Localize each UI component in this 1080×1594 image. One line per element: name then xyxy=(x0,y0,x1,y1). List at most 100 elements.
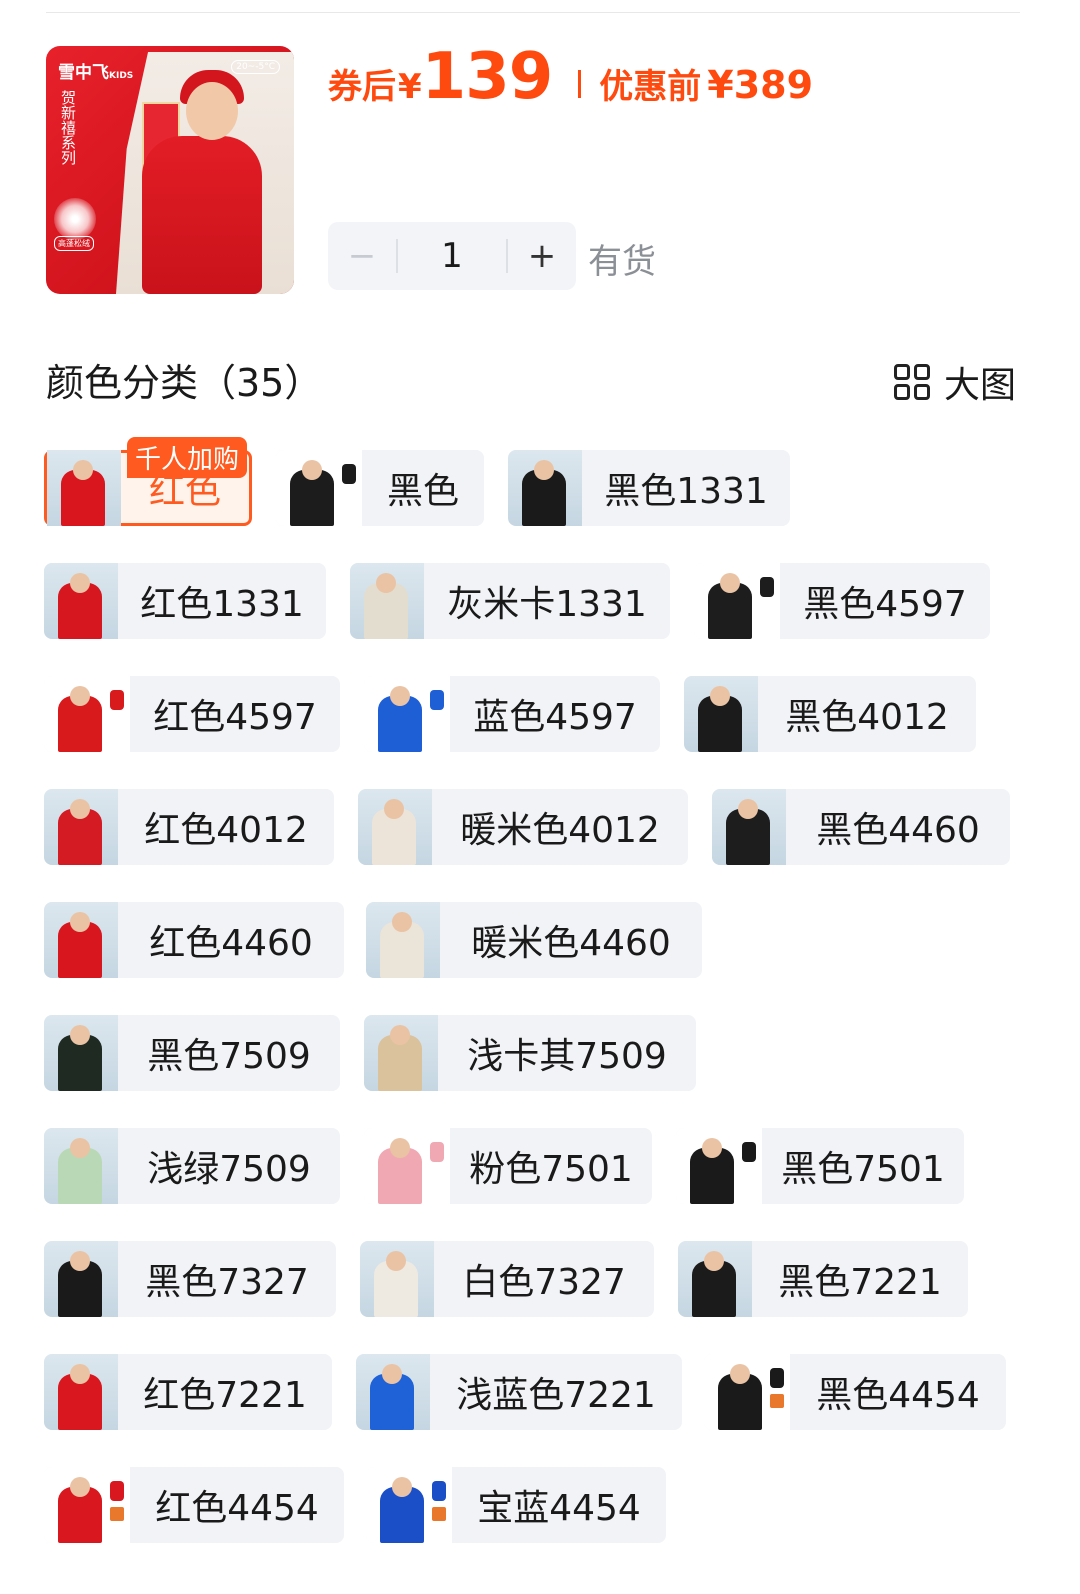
model-head xyxy=(384,799,404,819)
color-option-label: 暖米色4460 xyxy=(471,923,671,964)
model-head xyxy=(70,573,90,593)
quantity-stepper: − 1 + xyxy=(328,222,576,290)
color-option-thumbnail xyxy=(694,563,780,639)
color-option-label: 红色1331 xyxy=(140,584,304,625)
color-option-chip[interactable]: 黑色4012 xyxy=(684,676,976,752)
product-side-icon xyxy=(430,1142,444,1162)
color-option-thumbnail xyxy=(276,450,362,526)
color-option-label: 宝蓝4454 xyxy=(477,1488,641,1529)
color-option-chip[interactable]: 暖米色4012 xyxy=(358,789,688,865)
color-option-chip[interactable]: 红色 千人加购 xyxy=(44,437,252,526)
color-option-chip[interactable]: 粉色7501 xyxy=(364,1128,652,1204)
color-option-chip[interactable]: 黑色7221 xyxy=(678,1241,968,1317)
color-option-label: 黑色7327 xyxy=(145,1262,309,1303)
model-head xyxy=(392,1477,412,1497)
color-option-thumbnail xyxy=(44,1128,118,1204)
color-option-label: 灰米卡1331 xyxy=(447,584,647,625)
model-head xyxy=(704,1251,724,1271)
model-head xyxy=(730,1364,750,1384)
color-option-label: 红色4597 xyxy=(153,697,317,738)
color-option-thumbnail xyxy=(44,563,118,639)
series-title: 贺新禧系列 xyxy=(59,90,77,165)
color-option-chip[interactable]: 黑色1331 xyxy=(508,450,790,526)
color-option-label: 粉色7501 xyxy=(469,1149,633,1190)
color-option-label: 浅蓝色7221 xyxy=(456,1375,656,1416)
color-option-chip[interactable]: 红色7221 xyxy=(44,1354,332,1430)
model-head xyxy=(386,1251,406,1271)
decrease-quantity-button[interactable]: − xyxy=(328,222,396,290)
product-side-icon xyxy=(760,577,774,597)
color-option-chip[interactable]: 黑色4597 xyxy=(694,563,990,639)
color-option-thumbnail xyxy=(508,450,582,526)
color-option-thumbnail xyxy=(704,1354,790,1430)
color-option-label: 黑色4454 xyxy=(816,1375,980,1416)
color-option-label: 黑色1331 xyxy=(604,471,768,512)
color-option-label: 黑色7221 xyxy=(778,1262,942,1303)
color-option-label: 黑色4460 xyxy=(816,810,980,851)
color-option-chip[interactable]: 浅蓝色7221 xyxy=(356,1354,682,1430)
increase-quantity-button[interactable]: + xyxy=(508,222,576,290)
model-head xyxy=(702,1138,722,1158)
color-option-chip[interactable]: 红色4597 xyxy=(44,676,340,752)
color-option-thumbnail xyxy=(684,676,758,752)
product-image[interactable]: 雪中飞KIDS 20~-5°C 贺新禧系列 高蓬松绒 xyxy=(46,46,294,294)
model-head xyxy=(302,460,322,480)
model-head xyxy=(70,1364,90,1384)
color-option-chip[interactable]: 红色1331 xyxy=(44,563,326,639)
model-head xyxy=(382,1364,402,1384)
model-head xyxy=(70,1025,90,1045)
color-option-thumbnail xyxy=(364,1015,438,1091)
color-option-label: 浅卡其7509 xyxy=(467,1036,667,1077)
product-side-icon xyxy=(742,1142,756,1162)
color-option-chip[interactable]: 灰米卡1331 xyxy=(350,563,670,639)
model-head xyxy=(70,1138,90,1158)
color-option-chip[interactable]: 红色4454 xyxy=(44,1467,344,1543)
color-option-chip[interactable]: 白色7327 xyxy=(360,1241,654,1317)
model-face xyxy=(186,82,238,140)
color-option-chip[interactable]: 黑色4460 xyxy=(712,789,1010,865)
down-tag: 高蓬松绒 xyxy=(54,236,94,251)
model-head xyxy=(710,686,730,706)
color-option-chip[interactable]: 暖米色4460 xyxy=(366,902,702,978)
color-option-thumbnail xyxy=(678,1241,752,1317)
color-option-label: 红色7221 xyxy=(143,1375,307,1416)
original-price-value: ¥389 xyxy=(707,63,814,107)
color-option-chip[interactable]: 红色4460 xyxy=(44,902,344,978)
color-option-thumbnail xyxy=(364,1128,450,1204)
model-head xyxy=(70,799,90,819)
color-option-thumbnail xyxy=(44,789,118,865)
color-option-chip[interactable]: 红色4012 xyxy=(44,789,334,865)
quantity-value[interactable]: 1 xyxy=(398,236,506,276)
color-option-chip[interactable]: 浅卡其7509 xyxy=(364,1015,696,1091)
price-row: 券后 ¥ 139 优惠前 ¥389 xyxy=(328,40,813,120)
color-option-thumbnail xyxy=(676,1128,762,1204)
model-head xyxy=(738,799,758,819)
color-option-chip[interactable]: 黑色 xyxy=(276,450,484,526)
product-side-icon xyxy=(110,690,124,710)
color-option-chip[interactable]: 蓝色4597 xyxy=(364,676,660,752)
color-option-thumbnail xyxy=(44,902,118,978)
color-option-chip[interactable]: 宝蓝4454 xyxy=(366,1467,666,1543)
color-option-thumbnail xyxy=(44,1241,118,1317)
color-option-chip[interactable]: 黑色4454 xyxy=(704,1354,1006,1430)
color-option-label: 蓝色4597 xyxy=(473,697,637,738)
color-option-chip[interactable]: 黑色7509 xyxy=(44,1015,340,1091)
model-head xyxy=(70,1477,90,1497)
large-view-toggle[interactable]: 大图 xyxy=(893,356,1016,408)
color-option-thumbnail xyxy=(712,789,786,865)
model-head xyxy=(390,1025,410,1045)
color-option-chip[interactable]: 黑色7327 xyxy=(44,1241,336,1317)
model-head xyxy=(534,460,554,480)
model-head xyxy=(70,912,90,932)
color-option-chip[interactable]: 浅绿7509 xyxy=(44,1128,340,1204)
large-view-label: 大图 xyxy=(943,365,1016,406)
product-side-icon xyxy=(110,1481,124,1501)
color-option-chip[interactable]: 黑色7501 xyxy=(676,1128,964,1204)
brand-logo: 雪中飞KIDS xyxy=(58,63,134,83)
stock-status: 有货 xyxy=(588,242,656,282)
product-side-icon xyxy=(432,1481,446,1501)
grid-icon xyxy=(893,364,930,400)
color-option-thumbnail xyxy=(366,902,440,978)
price-divider xyxy=(578,70,582,98)
color-option-label: 红色4454 xyxy=(155,1488,319,1529)
